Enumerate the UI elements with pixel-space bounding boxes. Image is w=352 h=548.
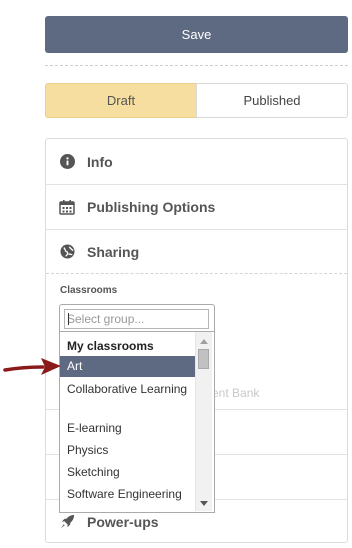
sharing-section-label: Sharing bbox=[87, 243, 140, 260]
globe-icon bbox=[59, 244, 75, 260]
publishing-options-section-label: Publishing Options bbox=[87, 198, 216, 215]
text-caret bbox=[68, 313, 69, 325]
option-art[interactable]: Art bbox=[60, 356, 195, 377]
option-software-engineering[interactable]: Software Engineering bbox=[60, 485, 195, 503]
dropdown-scrollbar[interactable] bbox=[195, 332, 212, 511]
info-circle-icon bbox=[59, 154, 75, 170]
scroll-down-arrow-icon[interactable] bbox=[200, 501, 208, 506]
group-header-my-classrooms: My classrooms bbox=[67, 339, 154, 353]
save-button[interactable]: Save bbox=[45, 16, 348, 53]
info-section-header[interactable]: Info bbox=[46, 139, 347, 184]
scroll-up-arrow-icon[interactable] bbox=[200, 339, 208, 344]
select-group-placeholder: Select group... bbox=[67, 312, 145, 326]
option-sketching[interactable]: Sketching bbox=[60, 463, 195, 481]
rocket-icon bbox=[59, 514, 75, 530]
option-collaborative-learning[interactable]: Collaborative Learning bbox=[60, 381, 195, 415]
option-e-learning[interactable]: E-learning bbox=[60, 419, 195, 437]
select-group-search-input[interactable]: Select group... bbox=[64, 309, 209, 329]
classroom-dropdown[interactable]: My classrooms Art Collaborative Learning… bbox=[59, 332, 215, 513]
classrooms-label: Classrooms bbox=[60, 285, 118, 296]
published-tab[interactable]: Published bbox=[196, 83, 348, 118]
power-ups-section-label: Power-ups bbox=[87, 513, 159, 530]
publishing-options-section-header[interactable]: Publishing Options bbox=[46, 184, 347, 229]
annotation-arrow-icon bbox=[3, 358, 63, 383]
classroom-select[interactable]: Select group... bbox=[59, 304, 215, 332]
calendar-icon bbox=[59, 199, 75, 215]
divider bbox=[45, 65, 348, 66]
scrollbar-thumb[interactable] bbox=[198, 349, 209, 369]
option-physics[interactable]: Physics bbox=[60, 441, 195, 459]
info-section-label: Info bbox=[87, 153, 113, 170]
sharing-section-header[interactable]: Sharing bbox=[46, 229, 347, 274]
draft-tab[interactable]: Draft bbox=[45, 83, 197, 118]
